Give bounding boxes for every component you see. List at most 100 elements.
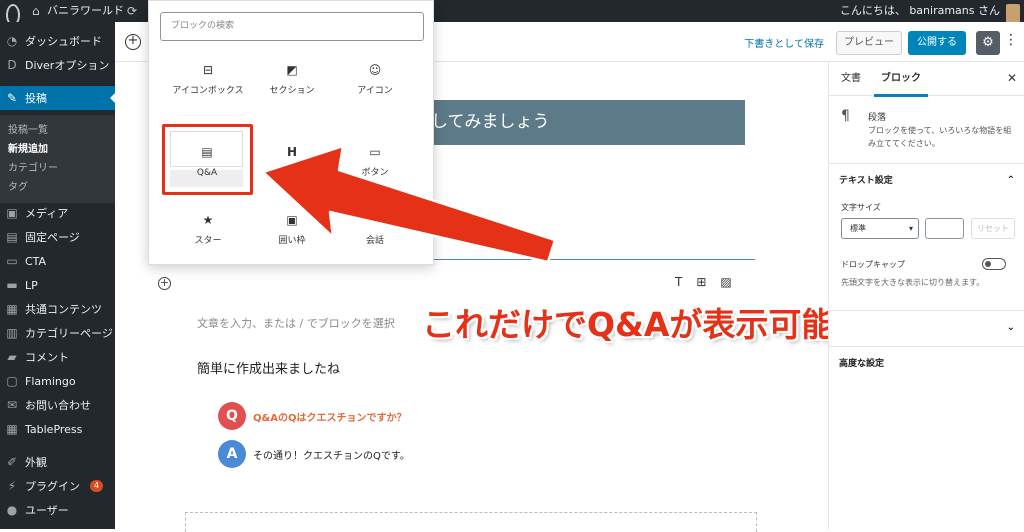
add-block-button[interactable]: + [125,34,141,50]
sidebar-item-lp[interactable]: ▬ LP [0,273,115,297]
page-icon: ▤ [6,230,18,244]
sidebar-item-posts[interactable]: ✎ 投稿 [0,86,115,110]
iconbox-icon: ⊟ [202,63,214,77]
sidebar-item-tablepress[interactable]: ▦ TablePress [0,417,115,441]
publish-button[interactable]: 公開する [908,31,966,55]
pin-icon: ✎ [6,91,18,105]
tab-block[interactable]: ブロック [874,62,928,97]
answer-badge: A [218,440,246,468]
block-toolbar: T ⊞ ▨ [675,275,732,289]
sidebar-item-comments[interactable]: ▰ コメント [0,345,115,369]
answer-text: その通り！クエスチョンのQです。 [253,450,410,462]
user-icon: ● [6,503,18,517]
color-settings-header[interactable]: ⌄ [829,310,1024,344]
sidebar-item-category-page[interactable]: ▥ カテゴリーページ [0,321,115,345]
settings-gear-icon[interactable]: ⚙ [976,31,1000,55]
star-icon: ★ [202,213,214,227]
preview-button[interactable]: プレビュー [836,31,902,55]
section-title: テキスト設定 [839,176,893,186]
block-description: ブロックを使って、いろいろな物語を組み立ててください。 [868,126,1012,148]
sidebar-item-cta[interactable]: ▭ CTA [0,249,115,273]
sidebar-item-appearance[interactable]: ✐ 外観 [0,450,115,474]
flamingo-icon: ▢ [6,374,18,388]
sidebar-item-label: プラグイン [25,480,80,493]
sidebar-item-label: メディア [25,207,69,220]
close-icon[interactable]: ✕ [1007,71,1017,85]
submenu-categories[interactable]: カテゴリー [8,159,58,174]
font-size-label: 文字サイズ [841,203,881,212]
font-size-number-input[interactable] [925,218,964,239]
sidebar-item-media[interactable]: ▣ メディア [0,201,115,225]
submenu-tags[interactable]: タグ [8,178,28,193]
inline-add-block-button[interactable]: + [158,277,171,290]
sidebar-item-flamingo[interactable]: ▢ Flamingo [0,369,115,393]
chevron-down-icon: ⌄ [1006,322,1015,333]
block-heading[interactable]: H [246,146,338,167]
text-block-icon[interactable]: T [675,275,682,289]
block-label: スター [194,236,222,246]
submenu-all-posts[interactable]: 投稿一覧 [8,121,48,136]
empty-block-placeholder[interactable] [185,512,757,532]
home-icon[interactable]: ⌂ [32,0,40,22]
mail-icon: ✉ [6,398,18,412]
drop-cap-toggle[interactable] [982,258,1006,270]
update-count-badge: 4 [90,480,104,492]
button-icon: ▭ [369,145,381,159]
block-search-input[interactable]: ブロックの検索 [160,12,424,41]
block-button[interactable]: ▭ ボタン [329,146,421,180]
pilcrow-icon: ¶ [841,108,850,124]
content-icon: ▦ [6,302,18,316]
iconbox-block-icon[interactable]: ⊞ [696,275,706,289]
reset-button[interactable]: リセット [971,218,1015,239]
qa-answer-row[interactable]: A その通り！クエスチョンのQです。 [218,440,410,468]
block-iconbox[interactable]: ⊟ アイコンボックス [162,64,254,98]
sidebar-item-label: CTA [25,254,47,268]
sidebar-item-label: Diverオプション [25,59,110,72]
block-star[interactable]: ★ スター [162,214,254,248]
conversation-icon [329,214,421,228]
user-greeting[interactable]: こんにちは、 baniramans さん [840,0,1000,22]
tab-document[interactable]: 文書 [841,62,861,96]
sidebar-item-pages[interactable]: ▤ 固定ページ [0,225,115,249]
qa-highlight-box [162,124,253,195]
block-conversation[interactable]: 会話 [329,214,421,248]
advanced-settings-header[interactable]: 高度な設定 [829,346,1024,380]
sidebar-item-label: 投稿 [25,92,47,105]
block-section[interactable]: ◩ セクション [246,64,338,98]
posts-submenu: 投稿一覧 新規追加 カテゴリー タグ [0,115,115,203]
save-draft-link[interactable]: 下書きとして保存 [744,35,824,50]
plugin-icon: ⚡ [7,479,17,493]
sidebar-item-label: Flamingo [25,374,76,388]
box-frame-icon: ▣ [286,213,298,227]
sidebar-item-label: LP [25,278,38,292]
more-menu-icon[interactable]: ⋮ [1004,32,1018,48]
block-box-frame[interactable]: ▣ 囲い枠 [246,214,338,248]
chevron-up-icon: ⌃ [1006,175,1015,186]
sidebar-item-label: カテゴリーページ [25,327,113,340]
block-label: セクション [269,86,315,96]
admin-sidebar: ◔ ダッシュボード D Diverオプション ✎ 投稿 投稿一覧 新規追加 カテゴリー… [0,22,115,529]
refresh-icon[interactable]: ⟳ [127,0,137,22]
question-badge: Q [218,402,246,430]
block-label: ボタン [361,168,389,178]
qa-question-row[interactable]: Q Q&AのQはクエスチョンですか？ [218,402,406,430]
cta-icon: ▭ [6,254,18,268]
sidebar-item-users[interactable]: ● ユーザー [0,498,115,522]
sidebar-item-contact[interactable]: ✉ お問い合わせ [0,393,115,417]
paragraph-block[interactable]: 簡単に作成出来ましたね [197,358,340,377]
diver-icon: D [7,58,17,72]
block-icon[interactable]: ☺ アイコン [329,64,421,98]
image-block-icon[interactable]: ▨ [720,275,731,289]
drop-cap-help: 先頭文字を大きな表示に切り替えます。 [841,278,985,287]
settings-panel: 文書 ブロック ✕ ¶ 段落 ブロックを使って、いろいろな物語を組み立ててくださ… [828,62,1024,529]
sidebar-item-plugins[interactable]: ⚡ プラグイン 4 [0,474,115,498]
font-size-select[interactable]: 標準 [841,218,919,239]
sidebar-item-dashboard[interactable]: ◔ ダッシュボード [0,29,115,53]
sidebar-item-common-content[interactable]: ▦ 共通コンテンツ [0,297,115,321]
site-name-link[interactable]: バニラワールド [47,0,124,22]
paragraph-placeholder[interactable]: 文章を入力、または / でブロックを選択 [197,315,395,331]
text-settings-header[interactable]: テキスト設定 ⌃ [829,163,1024,197]
submenu-add-new[interactable]: 新規追加 [8,140,48,155]
comment-icon: ▰ [7,350,17,364]
sidebar-item-diver[interactable]: D Diverオプション [0,53,115,77]
